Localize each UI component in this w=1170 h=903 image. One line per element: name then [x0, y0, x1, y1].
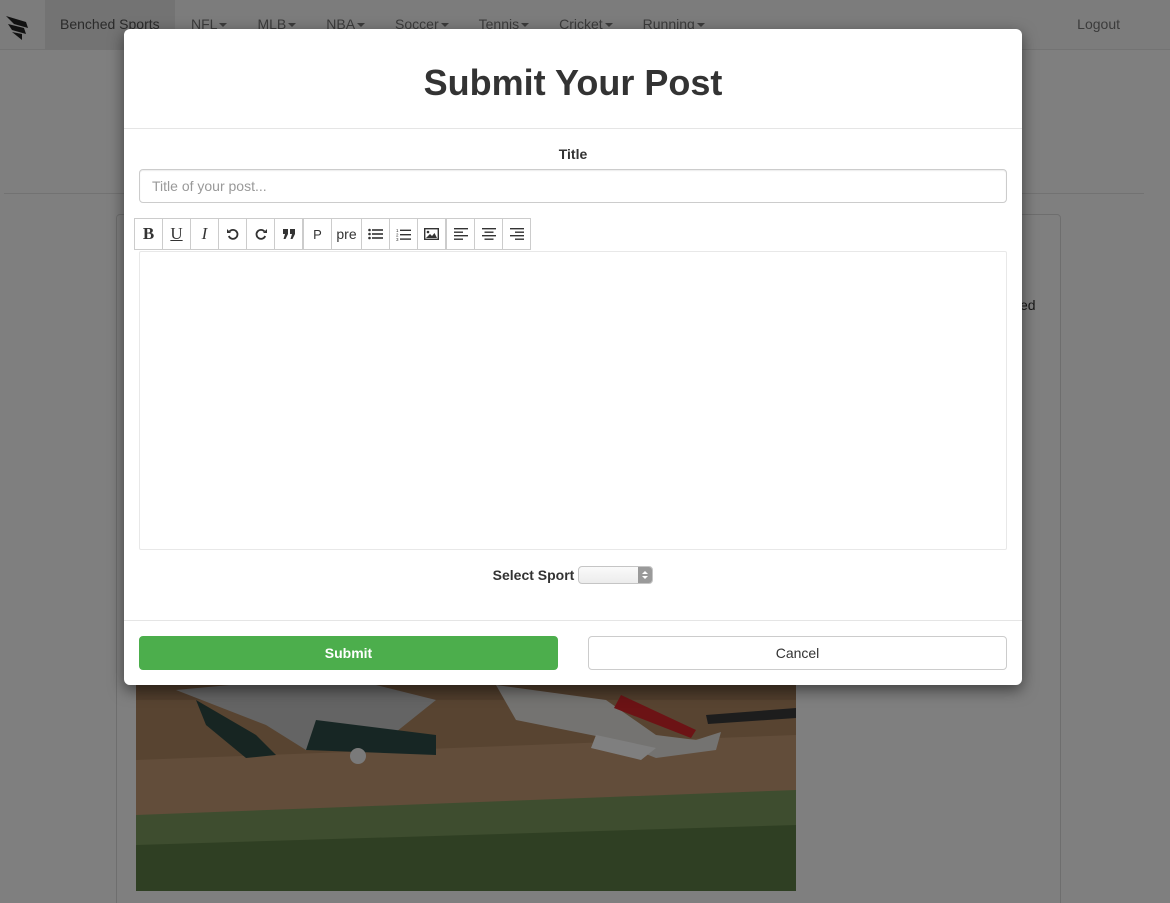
undo-icon — [226, 228, 238, 240]
align-left-icon — [453, 228, 468, 240]
pre-label: pre — [336, 226, 357, 242]
editor-toolbar: B U I P pre 123 — [134, 218, 531, 250]
toolbar-group-format: B U I — [134, 218, 303, 250]
submit-button[interactable]: Submit — [139, 636, 558, 670]
undo-button[interactable] — [218, 218, 247, 250]
cancel-button[interactable]: Cancel — [588, 636, 1007, 670]
toolbar-group-align — [446, 218, 531, 250]
numbered-list-button[interactable]: 123 — [389, 218, 418, 250]
align-center-button[interactable] — [474, 218, 503, 250]
pre-button[interactable]: pre — [331, 218, 362, 250]
modal-title: Submit Your Post — [423, 62, 723, 103]
paragraph-button[interactable]: P — [303, 218, 332, 250]
bullet-list-button[interactable] — [361, 218, 390, 250]
paragraph-label: P — [313, 226, 322, 242]
modal-header: Submit Your Post — [124, 29, 1022, 129]
sport-select[interactable] — [578, 566, 654, 584]
bold-icon: B — [142, 224, 155, 243]
select-sport-label: Select Sport — [492, 567, 575, 583]
blockquote-button[interactable] — [274, 218, 303, 250]
submit-post-modal: Submit Your Post Title B U I P pre — [124, 29, 1022, 685]
bullet-list-icon — [368, 228, 383, 240]
align-right-icon — [509, 228, 524, 240]
align-left-button[interactable] — [446, 218, 475, 250]
align-center-icon — [481, 228, 496, 240]
bold-button[interactable]: B — [134, 218, 163, 250]
title-label: Title — [558, 146, 588, 162]
modal-footer: Submit Cancel — [124, 620, 1022, 685]
italic-icon: I — [201, 224, 208, 243]
sport-select-row: Select Sport — [124, 566, 1022, 584]
image-icon — [424, 228, 439, 240]
align-right-button[interactable] — [502, 218, 531, 250]
redo-button[interactable] — [246, 218, 275, 250]
underline-icon: U — [170, 224, 183, 243]
underline-button[interactable]: U — [162, 218, 191, 250]
post-body-editor[interactable] — [139, 251, 1007, 550]
numbered-list-icon: 123 — [396, 228, 411, 241]
post-title-input[interactable] — [139, 169, 1007, 203]
insert-image-button[interactable] — [417, 218, 446, 250]
toolbar-group-blocks: P pre 123 — [303, 218, 446, 250]
redo-icon — [255, 228, 267, 240]
quote-icon — [282, 229, 295, 239]
svg-text:3: 3 — [396, 237, 399, 241]
select-arrows-icon — [638, 567, 653, 583]
italic-button[interactable]: I — [190, 218, 219, 250]
